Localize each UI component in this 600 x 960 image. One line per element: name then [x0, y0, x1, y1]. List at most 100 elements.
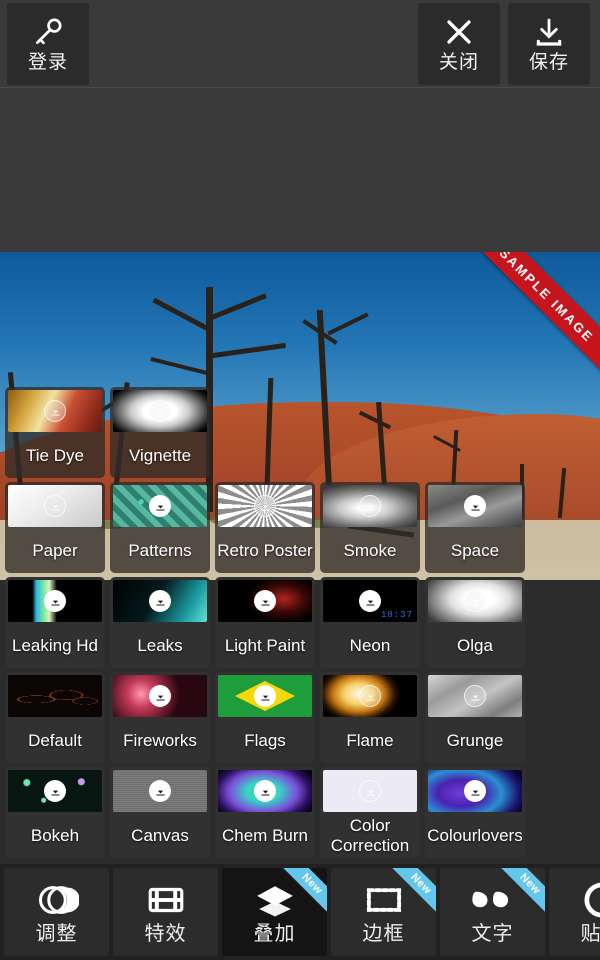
overlay-filter-label: Colourlovers — [427, 826, 523, 845]
save-button[interactable]: 保存 — [508, 3, 590, 85]
download-badge-icon[interactable] — [254, 780, 276, 802]
save-button-label: 保存 — [528, 52, 569, 73]
download-badge-icon[interactable] — [44, 590, 66, 612]
bottom-tab-label: 边框 — [362, 923, 405, 945]
frame-icon — [363, 878, 405, 922]
bottom-tab-label: 文字 — [471, 923, 514, 945]
overlay-filter-label: Flame — [346, 731, 394, 750]
bottom-tab[interactable]: 文字 New — [440, 868, 545, 956]
download-badge-icon[interactable] — [149, 495, 171, 517]
bottom-tab-label: 叠加 — [253, 923, 296, 945]
overlay-filter-tile[interactable]: Leaks — [110, 577, 210, 668]
overlay-filter-label: Tie Dye — [26, 446, 84, 465]
bottom-tab[interactable]: 叠加 New — [222, 868, 327, 956]
overlay-filter-label: Bokeh — [30, 826, 80, 845]
sticker-circle-icon — [580, 878, 600, 922]
overlay-filter-row: Paper Patterns Retro Poster Smoke Space — [0, 480, 600, 575]
overlay-filter-thumbnail — [218, 770, 312, 812]
download-badge-icon[interactable] — [149, 590, 171, 612]
overlay-filter-label: Grunge — [446, 731, 504, 750]
overlay-filter-row: Default Fireworks Flags Flame Grunge — [0, 670, 600, 765]
overlay-filter-tile[interactable]: Chem Burn — [215, 767, 315, 858]
download-badge-icon[interactable] — [359, 590, 381, 612]
overlay-filter-tile[interactable]: Space — [425, 482, 525, 573]
overlay-filter-label: Vignette — [128, 446, 192, 465]
bottom-tab[interactable]: 贴纸 — [549, 868, 600, 956]
download-badge-icon[interactable] — [44, 780, 66, 802]
download-badge-icon[interactable] — [44, 400, 66, 422]
bottom-tab-label: 特效 — [144, 923, 187, 945]
overlay-filter-thumbnail — [8, 675, 102, 717]
overlay-filter-tile[interactable]: Bokeh — [5, 767, 105, 858]
close-button-label: 关闭 — [438, 52, 479, 73]
overlay-filter-tile[interactable]: Grunge — [425, 672, 525, 763]
overlay-filter-thumbnail — [8, 390, 102, 432]
bottom-tab[interactable]: 调整 — [4, 868, 109, 956]
download-badge-icon[interactable] — [359, 780, 381, 802]
overlay-filter-tile[interactable]: 18:37 Neon — [320, 577, 420, 668]
overlay-filter-thumbnail — [218, 675, 312, 717]
overlay-filter-label: Default — [28, 731, 82, 750]
overlay-filter-tile[interactable]: Paper — [5, 482, 105, 573]
download-badge-icon[interactable] — [464, 685, 486, 707]
overlay-filter-label: Paper — [32, 541, 78, 560]
overlay-filter-tile[interactable]: Colourlovers — [425, 767, 525, 858]
film-strip-icon — [145, 878, 187, 922]
overlay-filter-label: Color Correction — [330, 816, 410, 855]
download-badge-icon[interactable] — [464, 495, 486, 517]
download-badge-icon[interactable] — [149, 780, 171, 802]
download-badge-icon[interactable] — [359, 685, 381, 707]
overlay-filter-thumbnail — [218, 485, 312, 527]
overlay-filter-label: Chem Burn — [222, 826, 308, 845]
overlay-filter-label: Fireworks — [123, 731, 197, 750]
overlay-filter-tile[interactable]: Flags — [215, 672, 315, 763]
overlay-filter-panel: Tie Dye Vignette Paper Patterns Retro Poster… — [0, 385, 600, 865]
overlay-filter-tile[interactable]: Tie Dye — [5, 387, 105, 478]
overlay-filter-tile[interactable]: Canvas — [110, 767, 210, 858]
bottom-tab[interactable]: 边框 New — [331, 868, 436, 956]
download-badge-icon[interactable] — [254, 685, 276, 707]
close-button[interactable]: 关闭 — [418, 3, 500, 85]
download-badge-icon[interactable] — [359, 495, 381, 517]
close-icon — [442, 14, 476, 50]
overlay-filter-label: Retro Poster — [217, 541, 313, 560]
adjust-circles-icon — [35, 878, 79, 922]
overlay-filter-tile[interactable]: Color Correction — [320, 767, 420, 858]
download-badge-icon[interactable] — [464, 780, 486, 802]
overlay-filter-row: Bokeh Canvas Chem Burn Color Correction Colo… — [0, 765, 600, 860]
overlay-filter-label: Neon — [349, 636, 391, 655]
bottom-tab-label: 调整 — [35, 923, 78, 945]
overlay-filter-thumbnail — [428, 580, 522, 622]
overlay-filter-thumbnail — [113, 770, 207, 812]
bottom-tab[interactable]: 特效 — [113, 868, 218, 956]
overlay-filter-label: Olga — [457, 636, 493, 655]
overlay-filter-label: Patterns — [128, 541, 192, 560]
overlay-filter-tile[interactable]: Default — [5, 672, 105, 763]
overlay-filter-thumbnail — [428, 770, 522, 812]
download-badge-icon[interactable] — [254, 590, 276, 612]
overlay-filter-thumbnail — [323, 770, 417, 812]
download-icon — [533, 14, 565, 50]
download-badge-icon[interactable] — [149, 400, 171, 422]
bottom-tab-label: 贴纸 — [580, 923, 600, 945]
top-toolbar: 登录 关闭 保存 — [0, 0, 600, 88]
overlay-filter-tile[interactable]: Flame — [320, 672, 420, 763]
overlay-filter-tile[interactable]: Olga — [425, 577, 525, 668]
overlay-filter-thumbnail — [113, 580, 207, 622]
download-badge-icon[interactable] — [254, 495, 276, 517]
overlay-filter-tile[interactable]: Fireworks — [110, 672, 210, 763]
overlay-filter-tile[interactable]: Vignette — [110, 387, 210, 478]
login-button[interactable]: 登录 — [7, 3, 89, 85]
overlay-filter-tile[interactable]: Smoke — [320, 482, 420, 573]
download-badge-icon[interactable] — [149, 685, 171, 707]
overlay-filter-label: Canvas — [131, 826, 189, 845]
overlay-filter-tile[interactable]: Leaking Hd — [5, 577, 105, 668]
overlay-filter-tile[interactable]: Retro Poster — [215, 482, 315, 573]
overlay-filter-label: Light Paint — [224, 636, 306, 655]
download-badge-icon[interactable] — [44, 495, 66, 517]
overlay-filter-tile[interactable]: Light Paint — [215, 577, 315, 668]
overlay-filter-thumbnail — [113, 390, 207, 432]
download-badge-icon[interactable] — [464, 590, 486, 612]
overlay-filter-tile[interactable]: Patterns — [110, 482, 210, 573]
overlay-filter-thumbnail — [218, 580, 312, 622]
